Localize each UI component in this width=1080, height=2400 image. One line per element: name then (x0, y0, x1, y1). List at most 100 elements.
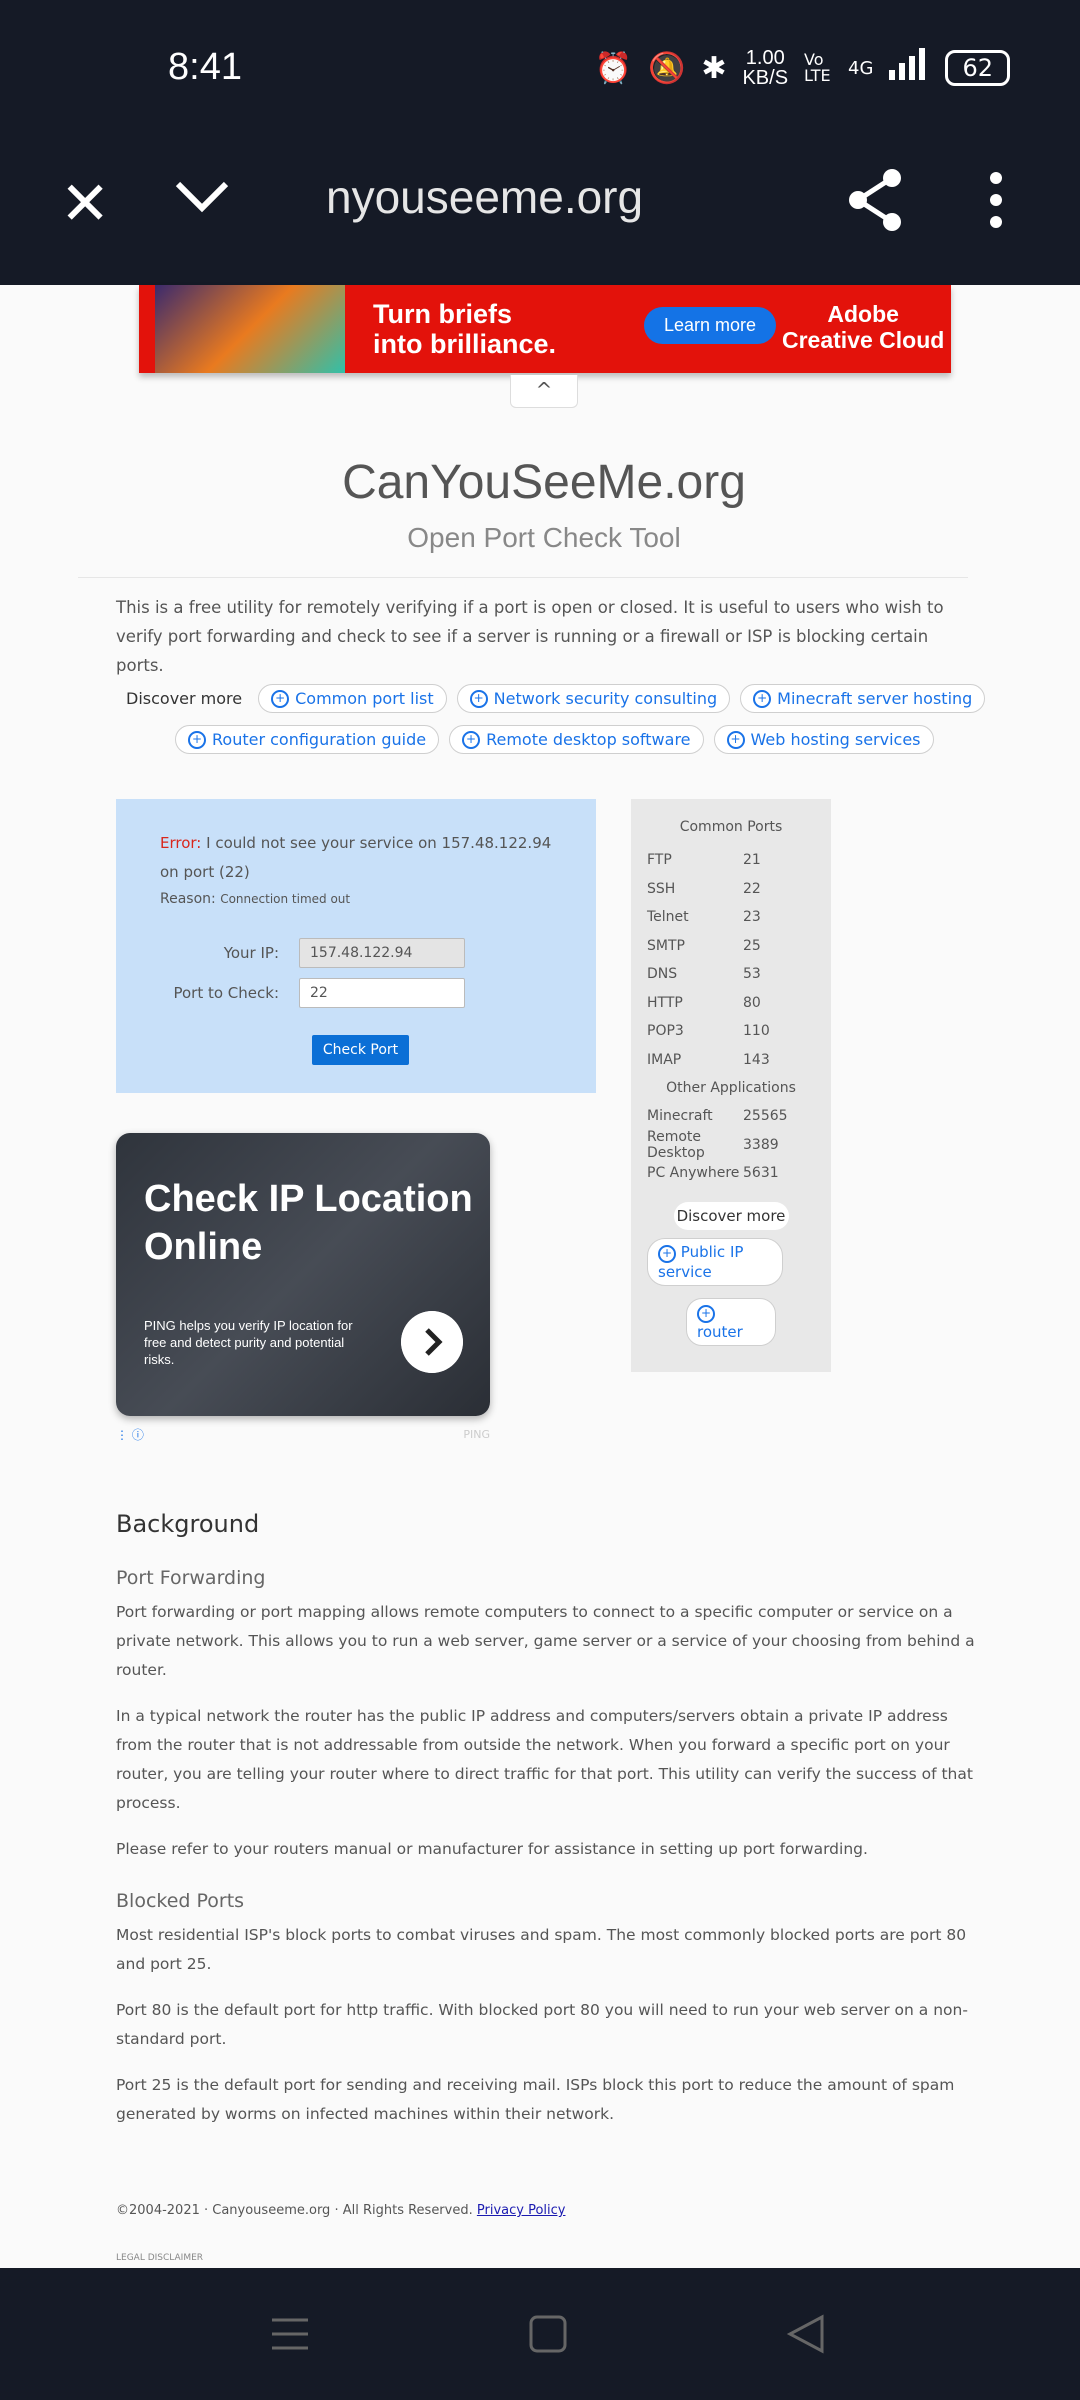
paragraph: Port 80 is the default port for http tra… (116, 2001, 968, 2048)
port-row-pop3: POP3 110 (631, 1017, 831, 1046)
reason-label: Reason: (160, 891, 216, 907)
speed-unit: KB/S (742, 67, 789, 89)
port-row-pc-anywhere: PC Anywhere 5631 (631, 1159, 831, 1188)
port-number: 25565 (743, 1108, 788, 1125)
ip-label: Your IP: (223, 944, 279, 962)
chip-router[interactable]: + router (686, 1297, 776, 1346)
share-icon[interactable] (846, 168, 906, 232)
plus-icon: + (658, 1244, 676, 1263)
ad-banner[interactable]: Turn briefs into brilliance. Learn more … (139, 285, 951, 373)
chevron-down-icon[interactable] (172, 166, 232, 226)
port-name: POP3 (647, 1023, 684, 1040)
port-number: 53 (743, 966, 761, 983)
port-check-form: Error: I could not see your service on 1… (116, 799, 596, 1093)
close-icon[interactable]: ✕ (60, 174, 110, 234)
port-row-telnet: Telnet 23 (631, 903, 831, 932)
home-icon[interactable] (528, 2314, 568, 2354)
port-name: Telnet (647, 909, 689, 926)
privacy-policy-link[interactable]: Privacy Policy (477, 2203, 566, 2218)
ad-learn-more-button[interactable]: Learn more (644, 307, 777, 344)
back-icon[interactable] (786, 2314, 826, 2354)
sidebar-discover-label: Discover more (673, 1201, 789, 1230)
blocked-ports-heading: Blocked Ports (116, 1890, 245, 1912)
info-icon[interactable]: ⓘ (132, 1428, 144, 1442)
port-row-ftp: FTP 21 (631, 846, 831, 875)
ad-headline: Turn briefs into brilliance. (373, 299, 556, 359)
legal-disclaimer-link[interactable]: LEGAL DISCLAIMER (116, 2253, 203, 2263)
intro-text: This is a free utility for remotely veri… (116, 598, 944, 675)
plus-icon: + (462, 730, 481, 749)
chevron-up-icon: ^ (535, 378, 553, 402)
ip-field[interactable] (299, 938, 465, 968)
check-port-button[interactable]: Check Port (312, 1035, 409, 1065)
ad-brand: Adobe Creative Cloud (782, 301, 944, 353)
paragraph: Most residential ISP's block ports to co… (116, 1926, 967, 1973)
chip-label: Web hosting services (750, 730, 921, 749)
port-name: PC Anywhere (647, 1165, 740, 1182)
copyright: ©2004-2021 · Canyouseeme.org · All Right… (116, 2203, 473, 2218)
plus-icon: + (753, 689, 772, 708)
port-row-dns: DNS 53 (631, 960, 831, 989)
ad-options-icon[interactable]: ⋮ (116, 1428, 128, 1442)
port-forwarding-heading: Port Forwarding (116, 1567, 266, 1589)
network-type: 4G (848, 57, 874, 79)
port-number: 110 (743, 1023, 770, 1040)
chip-network-security[interactable]: + Network security consulting (456, 684, 731, 713)
port-number: 22 (743, 880, 761, 897)
discover-row-2: + Router configuration guide + Remote desk… (175, 725, 934, 754)
chip-web-hosting[interactable]: + Web hosting services (713, 725, 934, 754)
ad-artwork (155, 285, 345, 373)
ad-source: PING (463, 1428, 490, 1441)
paragraph: In a typical network the router has the … (116, 1707, 973, 1812)
arrow-right-icon[interactable] (401, 1311, 463, 1373)
plus-icon: + (726, 730, 745, 749)
port-row-remote-desktop: Remote Desktop 3389 (631, 1129, 831, 1161)
chip-label: Router configuration guide (212, 730, 427, 749)
mute-icon: 🔕 (647, 50, 686, 86)
divider (78, 577, 968, 578)
discover-row-1: Discover more + Common port list + Network… (126, 684, 986, 713)
bluetooth-icon: ✱ (701, 50, 727, 86)
ip-location-ad[interactable]: Check IP Location Online PING helps you … (116, 1133, 490, 1416)
ad-headline-line2: into brilliance. (373, 329, 557, 359)
port-number: 23 (743, 909, 761, 926)
chip-minecraft-hosting[interactable]: + Minecraft server hosting (740, 684, 986, 713)
port-number: 21 (743, 852, 761, 869)
port-row: Port to Check: (116, 978, 596, 1008)
paragraph: Port forwarding or port mapping allows r… (116, 1603, 975, 1679)
chip-public-ip-service[interactable]: + Public IP service (647, 1237, 783, 1286)
chip-common-port-list[interactable]: + Common port list (258, 684, 447, 713)
chip-remote-desktop[interactable]: + Remote desktop software (449, 725, 704, 754)
port-name: SMTP (647, 937, 685, 954)
chip-label: Remote desktop software (486, 730, 691, 749)
speed-value: 1.00 (745, 47, 785, 69)
browser-toolbar: ✕ nyouseeme.org (0, 140, 1080, 285)
url-bar[interactable]: nyouseeme.org (326, 170, 643, 224)
status-bar: 8:41 ⏰ 🔕 ✱ 1.00 KB/S Vo LTE 4G 62 (0, 0, 1080, 140)
port-number: 5631 (743, 1165, 779, 1182)
port-label: Port to Check: (173, 984, 279, 1002)
chip-label: Common port list (295, 689, 434, 708)
port-number: 80 (743, 994, 761, 1011)
footer: ©2004-2021 · Canyouseeme.org · All Right… (116, 2203, 565, 2218)
menu-icon[interactable] (270, 2314, 310, 2354)
more-vert-icon[interactable] (986, 170, 1006, 230)
background-heading: Background (116, 1510, 260, 1538)
common-ports-panel: Common Ports FTP 21 SSH 22 Telnet 23 SMTP 25… (631, 799, 831, 1372)
port-number: 3389 (743, 1136, 779, 1153)
chip-label: router (697, 1322, 743, 1341)
chip-router-guide[interactable]: + Router configuration guide (175, 725, 440, 754)
ad-collapse-button[interactable]: ^ (510, 375, 578, 408)
error-text: I could not see your service on 157.48.1… (160, 834, 552, 881)
ad-brand-line2: Creative Cloud (782, 327, 945, 353)
signal-icon (889, 48, 929, 88)
port-name: Minecraft (647, 1108, 713, 1125)
alarm-icon: ⏰ (594, 50, 632, 86)
error-message: Error: I could not see your service on 1… (160, 829, 570, 887)
plus-icon: + (469, 689, 488, 708)
port-field[interactable] (299, 978, 465, 1008)
reason-text: Connection timed out (220, 892, 351, 906)
ad-card-body: PING helps you verify IP location for fr… (144, 1318, 353, 1367)
status-icons: ⏰ 🔕 ✱ 1.00 KB/S Vo LTE 4G 62 (595, 48, 1010, 88)
ad-info-bar: ⋮ ⓘ PING (116, 1426, 490, 1442)
